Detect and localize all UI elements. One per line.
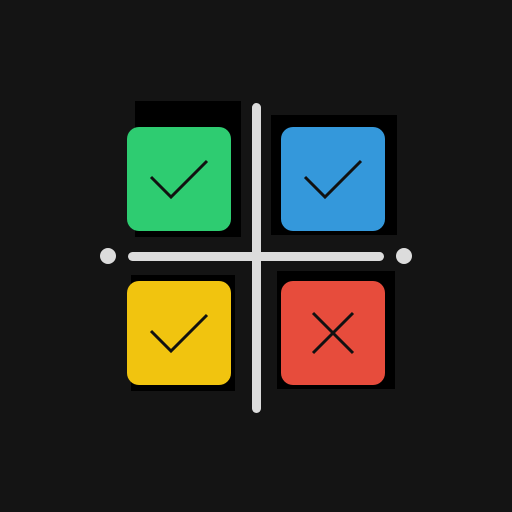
tile-top-right [281,127,385,231]
tile-top-left [127,127,231,231]
check-icon [149,159,209,200]
tile-bottom-left [127,281,231,385]
cross-icon [311,311,355,355]
check-icon [303,159,363,200]
check-icon [149,313,209,354]
tile-bottom-right [281,281,385,385]
app-icon [0,0,512,512]
left-axis-dot [100,248,116,264]
right-axis-dot [396,248,412,264]
vertical-divider-line [252,103,261,413]
